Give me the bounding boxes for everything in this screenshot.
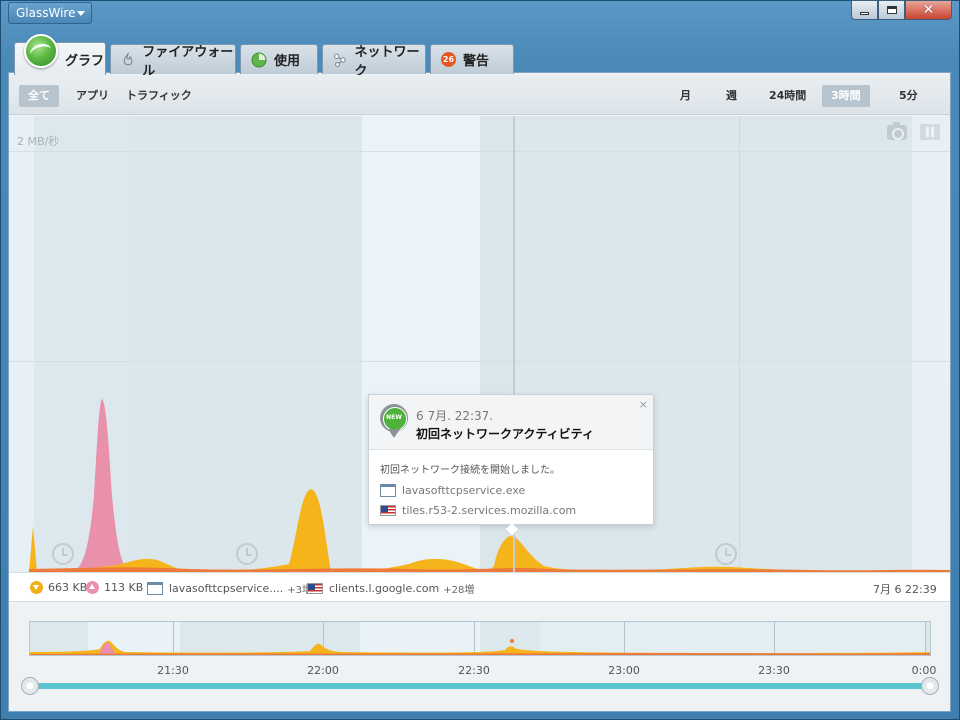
top-host-name: clients.l.google.com <box>329 582 440 595</box>
range-5min[interactable]: 5分 <box>890 85 927 107</box>
close-button[interactable]: ✕ <box>905 0 952 20</box>
timeline-label: 22:30 <box>458 664 490 677</box>
top-app-name: lavasofttcpservice.... <box>169 582 284 595</box>
timeline-end-handle[interactable] <box>921 677 939 695</box>
clock-icon[interactable] <box>715 543 737 565</box>
info-timestamp: 7月 6 22:39 <box>873 581 937 597</box>
minimize-icon <box>860 12 869 15</box>
timeline-label: 0:00 <box>911 664 937 677</box>
range-24h[interactable]: 24時間 <box>760 85 815 107</box>
filter-bar: 全て アプリ トラフィック 月 週 24時間 3時間 5分 <box>9 75 950 115</box>
timeline-event-marker <box>510 639 514 643</box>
new-badge-text: NEW <box>386 414 402 421</box>
popup-host-name: tiles.r53-2.services.mozilla.com <box>402 504 577 517</box>
usage-pie-icon <box>251 52 267 67</box>
top-host[interactable]: clients.l.google.com +28増 <box>307 581 474 596</box>
close-icon: ✕ <box>922 2 935 18</box>
range-month[interactable]: 月 <box>671 85 700 107</box>
upload-total: 113 KB <box>86 581 143 594</box>
tab-alerts[interactable]: 26 警告 <box>430 44 514 74</box>
popup-description: 初回ネットワーク接続を開始しました。 <box>380 465 560 476</box>
app-menu-label: GlassWire <box>16 6 76 20</box>
firewall-flame-icon <box>123 51 133 65</box>
timeline-label: 23:00 <box>608 664 640 677</box>
popup-app-row[interactable]: lavasofttcpservice.exe <box>380 484 525 497</box>
range-3h[interactable]: 3時間 <box>822 85 870 107</box>
popup-close-button[interactable]: × <box>639 398 648 411</box>
popup-date: 6 7月. 22:37. <box>416 409 494 423</box>
maximize-button[interactable] <box>878 0 905 20</box>
tab-network[interactable]: ネットワーク <box>322 44 426 79</box>
popup-header: NEW 6 7月. 22:37. 初回ネットワークアクティビティ × <box>369 395 653 450</box>
popup-host-row[interactable]: tiles.r53-2.services.mozilla.com <box>380 504 576 517</box>
tab-graph-label: グラフ <box>65 53 105 69</box>
timeline-label: 23:30 <box>758 664 790 677</box>
tab-usage-label: 使用 <box>274 54 301 69</box>
app-window-icon <box>147 582 163 595</box>
tab-usage[interactable]: 使用 <box>240 44 318 74</box>
clock-icon[interactable] <box>236 543 258 565</box>
app-menu-button[interactable]: GlassWire <box>8 2 92 24</box>
window-controls: ✕ <box>851 0 952 20</box>
upload-spike <box>69 399 134 572</box>
tab-network-label: ネットワーク <box>354 44 420 79</box>
top-host-more: +28増 <box>443 585 475 596</box>
filter-all[interactable]: 全て <box>19 85 59 107</box>
timeline: 21:30 22:00 22:30 23:00 23:30 0:00 <box>9 603 950 711</box>
clock-icon[interactable] <box>52 543 74 565</box>
download-value: 663 KB <box>48 581 88 594</box>
us-flag-icon <box>380 505 396 516</box>
alert-badge-icon: 26 <box>441 52 456 67</box>
info-bar: 663 KB 113 KB lavasofttcpservice.... +3増… <box>9 572 950 602</box>
upload-value: 113 KB <box>104 581 144 594</box>
tab-alerts-label: 警告 <box>463 54 490 69</box>
tab-firewall[interactable]: ファイアウォール <box>110 44 236 79</box>
graph-icon <box>24 34 58 68</box>
download-total: 663 KB <box>30 581 87 594</box>
app-window-icon <box>380 484 396 497</box>
tab-firewall-label: ファイアウォール <box>142 44 234 79</box>
popup-title: 初回ネットワークアクティビティ <box>416 427 594 441</box>
chevron-down-icon <box>77 11 85 16</box>
popup-app-name: lavasofttcpservice.exe <box>402 484 526 497</box>
timeline-label: 21:30 <box>157 664 189 677</box>
range-week[interactable]: 週 <box>717 85 746 107</box>
event-popup: NEW 6 7月. 22:37. 初回ネットワークアクティビティ × 初回ネット… <box>368 394 654 538</box>
timestamp-value: 7月 6 22:39 <box>873 583 937 596</box>
timeline-label: 22:00 <box>307 664 339 677</box>
upload-arrow-icon <box>86 581 99 594</box>
top-app[interactable]: lavasofttcpservice.... +3増 <box>147 581 312 596</box>
minimize-button[interactable] <box>851 0 878 20</box>
us-flag-icon <box>307 583 323 594</box>
timeline-range-track[interactable] <box>31 683 931 689</box>
timeline-overview[interactable] <box>29 621 931 656</box>
filter-traffic[interactable]: トラフィック <box>117 85 201 107</box>
timeline-curves <box>30 639 930 655</box>
maximize-icon <box>886 6 897 14</box>
filter-apps[interactable]: アプリ <box>67 85 118 107</box>
timeline-start-handle[interactable] <box>21 677 39 695</box>
network-nodes-icon <box>333 53 346 67</box>
download-arrow-icon <box>30 581 43 594</box>
